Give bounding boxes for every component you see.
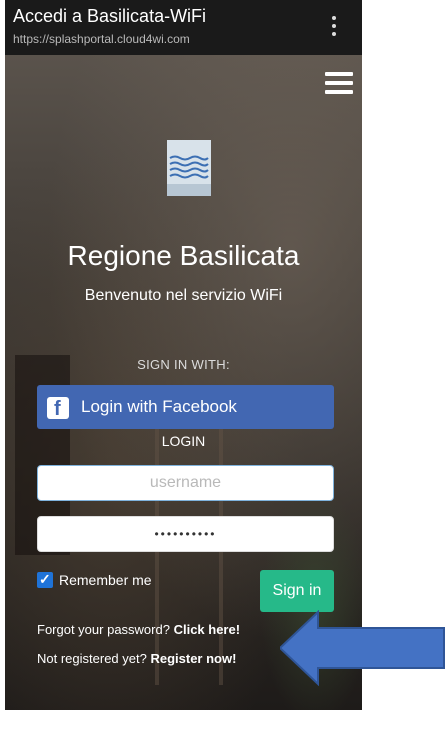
username-input[interactable] xyxy=(37,465,334,501)
phone-screen: Accedi a Basilicata-WiFi https://splashp… xyxy=(5,0,362,710)
forgot-password-link[interactable]: Click here! xyxy=(174,622,240,637)
facebook-icon: f xyxy=(47,397,69,420)
forgot-password-text: Forgot your password? xyxy=(37,622,170,637)
remember-me-label: Remember me xyxy=(59,572,152,588)
facebook-login-button[interactable]: f Login with Facebook xyxy=(37,385,334,429)
sign-in-with-label: SIGN IN WITH: xyxy=(137,357,230,372)
browser-url[interactable]: https://splashportal.cloud4wi.com xyxy=(13,32,190,46)
login-heading: LOGIN xyxy=(161,433,206,449)
forgot-password-line: Forgot your password? Click here! xyxy=(37,622,240,637)
register-line: Not registered yet? Register now! xyxy=(37,651,236,666)
hamburger-menu-icon[interactable] xyxy=(325,72,353,94)
checkbox-check-icon[interactable]: ✓ xyxy=(37,571,53,588)
region-logo xyxy=(167,140,211,196)
sign-in-button[interactable]: Sign in xyxy=(260,570,334,612)
facebook-login-label: Login with Facebook xyxy=(81,397,237,416)
password-input[interactable] xyxy=(37,516,334,552)
browser-toolbar: Accedi a Basilicata-WiFi https://splashp… xyxy=(5,0,362,55)
register-text: Not registered yet? xyxy=(37,651,147,666)
register-link[interactable]: Register now! xyxy=(150,651,236,666)
welcome-text: Benvenuto nel servizio WiFi xyxy=(84,287,283,304)
kebab-menu-icon[interactable] xyxy=(330,16,338,38)
annotation-arrow xyxy=(278,609,447,687)
region-title: Regione Basilicata xyxy=(67,240,300,271)
browser-page-title: Accedi a Basilicata-WiFi xyxy=(13,6,207,26)
